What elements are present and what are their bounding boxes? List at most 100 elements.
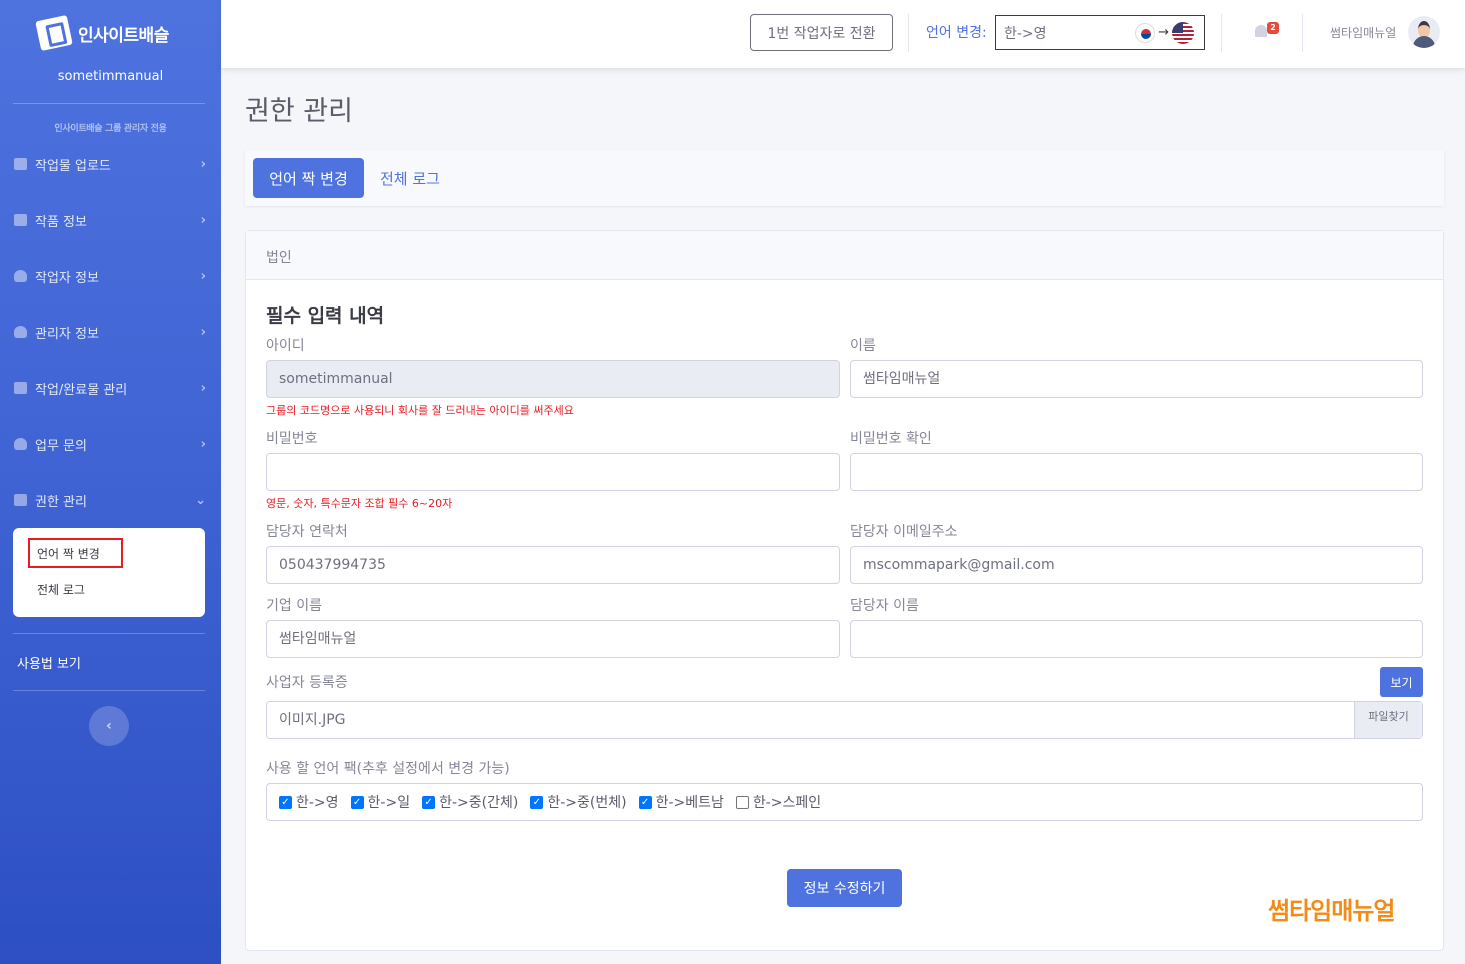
file-name: 이미지.JPG bbox=[279, 712, 346, 728]
language-select-value: 한->영 bbox=[1004, 25, 1047, 42]
checkbox-checked-icon: ✓ bbox=[279, 795, 292, 809]
email-field[interactable]: mscommapark@gmail.com bbox=[850, 546, 1423, 584]
topbar-username[interactable]: 썸타임매뉴얼 bbox=[1330, 24, 1396, 41]
name-label: 이름 bbox=[850, 338, 876, 354]
document-icon bbox=[14, 494, 27, 506]
card-header-title: 법인 bbox=[266, 250, 292, 266]
phone-label: 담당자 연락처 bbox=[266, 524, 348, 540]
language-select[interactable]: 한->영 → bbox=[995, 15, 1205, 50]
password-confirm-field[interactable] bbox=[850, 453, 1423, 491]
usa-flag-icon bbox=[1172, 21, 1194, 44]
sidebar-toggle-button[interactable]: ‹ bbox=[89, 706, 129, 746]
sidebar-item-label: 작품 정보 bbox=[35, 214, 87, 230]
chevron-right-icon: › bbox=[200, 324, 206, 340]
sidebar-item-task-management[interactable]: 작업/완료물 관리 › bbox=[14, 376, 206, 400]
sidebar-item-upload[interactable]: 작업물 업로드 › bbox=[14, 152, 206, 176]
user-question-icon bbox=[14, 438, 27, 450]
language-pack-label: 사용 할 언어 팩(추후 설정에서 변경 가능) bbox=[266, 761, 510, 777]
sidebar-item-permissions[interactable]: 권한 관리 ⌄ bbox=[14, 488, 206, 512]
chevron-right-icon: › bbox=[200, 380, 206, 396]
phone-field[interactable]: 050437994735 bbox=[266, 546, 840, 584]
email-label: 담당자 이메일주소 bbox=[850, 524, 958, 540]
chevron-right-icon: › bbox=[200, 212, 206, 228]
password-field[interactable] bbox=[266, 453, 840, 491]
submenu-item-all-logs[interactable]: 전체 로그 bbox=[37, 581, 85, 598]
view-button[interactable]: 보기 bbox=[1380, 667, 1423, 697]
tabs-card: 언어 짝 변경 전체 로그 bbox=[245, 150, 1444, 206]
sidebar-item-label: 작업물 업로드 bbox=[35, 158, 111, 174]
sidebar-divider bbox=[13, 690, 205, 691]
manager-name-label: 담당자 이름 bbox=[850, 598, 919, 614]
switch-worker-button[interactable]: 1번 작업자로 전환 bbox=[750, 14, 893, 51]
name-field[interactable]: 썸타임매뉴얼 bbox=[850, 360, 1423, 398]
sidebar-item-workers[interactable]: 작업자 정보 › bbox=[14, 264, 206, 288]
sidebar-username: sometimmanual bbox=[57, 69, 164, 84]
chevron-right-icon: › bbox=[200, 156, 206, 172]
topbar-divider bbox=[1221, 14, 1222, 52]
sidebar-item-label: 관리자 정보 bbox=[35, 326, 99, 342]
sidebar-item-label: 업무 문의 bbox=[35, 438, 87, 454]
arrow-right-icon: → bbox=[1158, 25, 1169, 40]
language-pack-checkbox[interactable]: ✓ 한->일 bbox=[350, 792, 410, 812]
checkbox-checked-icon: ✓ bbox=[422, 795, 436, 809]
sidebar-item-label: 작업자 정보 bbox=[35, 270, 99, 286]
sidebar-item-label: 권한 관리 bbox=[35, 494, 87, 510]
sidebar-divider bbox=[13, 633, 205, 634]
section-title: 필수 입력 내역 bbox=[266, 305, 385, 327]
sidebar-divider bbox=[13, 103, 205, 104]
checkbox-checked-icon: ✓ bbox=[638, 795, 652, 809]
language-change-label: 언어 변경: bbox=[926, 25, 987, 41]
business-license-file-input[interactable]: 이미지.JPG 파일찾기 bbox=[266, 701, 1423, 739]
id-label: 아이디 bbox=[266, 338, 305, 354]
sidebar-item-admins[interactable]: 관리자 정보 › bbox=[14, 320, 206, 344]
form-card: 법인 필수 입력 내역 아이디 sometimmanual 그룹의 코드명으로 … bbox=[245, 230, 1444, 951]
sidebar-item-label: 작업/완료물 관리 bbox=[35, 382, 128, 398]
permissions-submenu: 언어 짝 변경 전체 로그 bbox=[13, 528, 205, 617]
language-pack-group: ✓ 한->영 ✓ 한->일 ✓ 한->중(간체) ✓ 한->중(번체) ✓ 한->베트남 … bbox=[266, 783, 1423, 821]
sidebar-heading: 인사이트배슬 그룹 관리자 전용 bbox=[54, 124, 167, 134]
brand-logo-icon bbox=[35, 15, 73, 51]
password-hint: 영문, 숫자, 특수문자 조합 필수 6~20자 bbox=[266, 497, 453, 510]
sidebar-item-inquiry[interactable]: 업무 문의 › bbox=[14, 432, 206, 456]
layers-icon bbox=[14, 382, 27, 394]
checkbox-checked-icon: ✓ bbox=[530, 795, 544, 809]
checkbox-checked-icon: ✓ bbox=[350, 795, 364, 809]
company-field[interactable]: 썸타임매뉴얼 bbox=[266, 620, 840, 658]
password-confirm-label: 비밀번호 확인 bbox=[850, 431, 932, 447]
user-icon bbox=[14, 270, 27, 282]
company-label: 기업 이름 bbox=[266, 598, 322, 614]
language-pack-checkbox[interactable]: ✓ 한->중(간체) bbox=[422, 792, 518, 812]
language-pack-checkbox[interactable]: ✓ 한->베트남 bbox=[638, 792, 724, 812]
chevron-right-icon: › bbox=[200, 268, 206, 284]
watermark-logo: 썸타임매뉴얼 bbox=[1268, 897, 1395, 925]
tab-all-logs[interactable]: 전체 로그 bbox=[370, 158, 450, 198]
bell-icon[interactable] bbox=[1254, 23, 1268, 39]
avatar[interactable] bbox=[1408, 16, 1440, 48]
manager-name-field[interactable] bbox=[850, 620, 1423, 658]
topbar-divider bbox=[908, 14, 909, 52]
chevron-right-icon: › bbox=[200, 436, 206, 452]
topbar: 1번 작업자로 전환 언어 변경: 한->영 → 2 썸타임매뉴얼 bbox=[221, 0, 1465, 68]
topbar-divider bbox=[1302, 14, 1303, 52]
submenu-item-language-pair[interactable]: 언어 짝 변경 bbox=[37, 545, 100, 562]
tab-language-pair[interactable]: 언어 짝 변경 bbox=[253, 158, 364, 198]
upload-icon bbox=[14, 158, 27, 170]
brand[interactable]: 인사이트배슬 bbox=[35, 15, 169, 51]
sidebar-item-usage-guide[interactable]: 사용법 보기 bbox=[17, 653, 81, 672]
update-info-button[interactable]: 정보 수정하기 bbox=[787, 869, 902, 907]
sidebar-item-works[interactable]: 작품 정보 › bbox=[14, 208, 206, 232]
brand-name: 인사이트배슬 bbox=[78, 25, 169, 46]
language-pack-checkbox[interactable]: ✓ 한->중(번체) bbox=[530, 792, 627, 812]
page-title: 권한 관리 bbox=[245, 96, 353, 127]
language-pack-checkbox[interactable]: ✓ 한->영 bbox=[279, 792, 339, 812]
book-icon bbox=[14, 214, 27, 226]
password-label: 비밀번호 bbox=[266, 431, 318, 447]
sidebar: 인사이트배슬 sometimmanual 인사이트배슬 그룹 관리자 전용 작업… bbox=[0, 0, 221, 964]
business-license-label: 사업자 등록증 bbox=[266, 675, 348, 691]
id-field: sometimmanual bbox=[266, 360, 840, 398]
browse-button[interactable]: 파일찾기 bbox=[1354, 702, 1422, 738]
notification-badge: 2 bbox=[1267, 22, 1279, 34]
checkbox-unchecked-icon bbox=[735, 795, 749, 809]
card-header: 법인 bbox=[246, 231, 1443, 280]
language-pack-checkbox[interactable]: 한->스페인 bbox=[735, 792, 821, 812]
